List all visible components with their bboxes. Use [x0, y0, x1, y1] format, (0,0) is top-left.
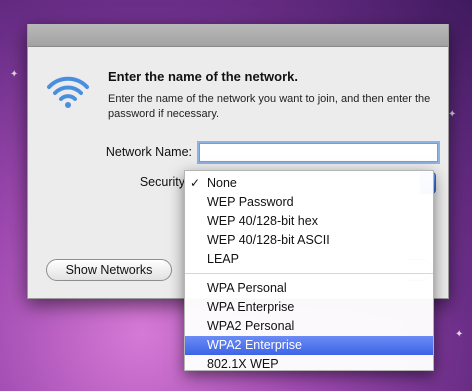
menu-item-label: None: [207, 176, 237, 190]
menu-item-wpa-enterprise[interactable]: WPA Enterprise: [185, 298, 433, 317]
network-name-label: Network Name:: [105, 145, 192, 159]
menu-item-label: WEP 40/128-bit ASCII: [207, 233, 330, 247]
menu-item-wep-ascii[interactable]: WEP 40/128-bit ASCII: [185, 231, 433, 250]
menu-item-wep-password[interactable]: WEP Password: [185, 193, 433, 212]
star-decoration: ✦: [448, 109, 457, 120]
security-dropdown-menu[interactable]: ✓ None WEP Password WEP 40/128-bit hex W…: [184, 170, 434, 371]
menu-item-label: WPA2 Personal: [207, 319, 295, 333]
menu-item-wpa2-personal[interactable]: WPA2 Personal: [185, 317, 433, 336]
menu-item-label: LEAP: [207, 252, 239, 266]
star-decoration: ✦: [455, 329, 464, 340]
dialog-title: Enter the name of the network.: [108, 69, 298, 84]
menu-separator: [185, 273, 433, 274]
menu-item-label: WPA2 Enterprise: [207, 338, 302, 352]
menu-item-none[interactable]: ✓ None: [185, 174, 433, 193]
menu-item-label: 802.1X WEP: [207, 357, 279, 371]
menu-item-label: WEP 40/128-bit hex: [207, 214, 318, 228]
menu-item-label: WPA Enterprise: [207, 300, 295, 314]
sheet-titlebar: [28, 24, 448, 47]
menu-item-wep-hex[interactable]: WEP 40/128-bit hex: [185, 212, 433, 231]
dialog-description: Enter the name of the network you want t…: [108, 93, 431, 120]
show-networks-button[interactable]: Show Networks: [46, 259, 172, 281]
menu-item-wpa2-enterprise[interactable]: WPA2 Enterprise: [185, 336, 433, 355]
checkmark-icon: ✓: [190, 176, 201, 190]
menu-item-8021x-wep[interactable]: 802.1X WEP: [185, 355, 433, 374]
network-name-input[interactable]: [199, 143, 438, 162]
menu-item-wpa-personal[interactable]: WPA Personal: [185, 279, 433, 298]
security-label: Security: [139, 175, 185, 189]
wifi-icon: [47, 76, 89, 108]
menu-item-label: WPA Personal: [207, 281, 287, 295]
menu-item-leap[interactable]: LEAP: [185, 250, 433, 269]
star-decoration: ✦: [10, 69, 19, 80]
menu-item-label: WEP Password: [207, 195, 294, 209]
